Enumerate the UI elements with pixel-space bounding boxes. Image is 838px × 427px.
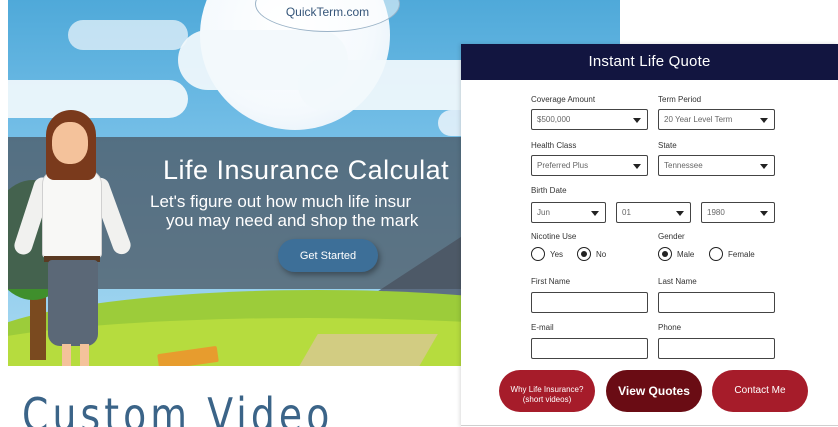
chevron-down-icon bbox=[633, 164, 641, 169]
leg bbox=[80, 344, 89, 366]
health-class-value: Preferred Plus bbox=[537, 161, 589, 170]
leg bbox=[62, 344, 71, 366]
chevron-down-icon bbox=[760, 211, 768, 216]
hero-title: Life Insurance Calculat bbox=[163, 155, 450, 185]
coverage-amount-label: Coverage Amount bbox=[531, 95, 596, 104]
coverage-amount-value: $500,000 bbox=[537, 115, 571, 124]
health-class-label: Health Class bbox=[531, 141, 577, 150]
email-label: E-mail bbox=[531, 323, 554, 332]
first-name-input[interactable] bbox=[531, 292, 648, 313]
hero-subtitle-line1: Let's figure out how much life insur bbox=[150, 192, 412, 211]
gender-label: Gender bbox=[658, 232, 685, 241]
gender-female-radio[interactable] bbox=[709, 247, 723, 261]
birth-date-label: Birth Date bbox=[531, 186, 567, 195]
birth-month-value: Jun bbox=[537, 208, 550, 217]
brand-name: QuickTerm.com bbox=[285, 5, 370, 19]
blouse bbox=[42, 170, 102, 258]
section-heading: Custom Video bbox=[22, 388, 334, 427]
birth-year-select[interactable]: 1980 bbox=[701, 202, 775, 223]
chevron-down-icon bbox=[591, 211, 599, 216]
birth-day-select[interactable]: 01 bbox=[616, 202, 691, 223]
health-class-select[interactable]: Preferred Plus bbox=[531, 155, 648, 176]
skirt bbox=[48, 260, 98, 346]
nicotine-no-label: No bbox=[596, 250, 607, 259]
view-quotes-button[interactable]: View Quotes bbox=[606, 370, 702, 412]
chevron-down-icon bbox=[633, 118, 641, 123]
state-select[interactable]: Tennessee bbox=[658, 155, 775, 176]
why-life-insurance-button[interactable]: Why Life Insurance? (short videos) bbox=[499, 370, 595, 412]
coverage-amount-select[interactable]: $500,000 bbox=[531, 109, 648, 130]
cloud bbox=[68, 20, 188, 50]
gender-male-radio[interactable] bbox=[658, 247, 672, 261]
gender-male-label: Male bbox=[677, 250, 695, 259]
get-started-button[interactable]: Get Started bbox=[278, 239, 378, 272]
term-period-select[interactable]: 20 Year Level Term bbox=[658, 109, 775, 130]
state-label: State bbox=[658, 141, 677, 150]
phone-input[interactable] bbox=[658, 338, 775, 359]
nicotine-use-label: Nicotine Use bbox=[531, 232, 577, 241]
road-illustration bbox=[298, 334, 438, 366]
term-period-label: Term Period bbox=[658, 95, 702, 104]
nicotine-no-radio[interactable] bbox=[577, 247, 591, 261]
chevron-down-icon bbox=[760, 118, 768, 123]
birth-day-value: 01 bbox=[622, 208, 631, 217]
face bbox=[52, 122, 88, 164]
birth-month-select[interactable]: Jun bbox=[531, 202, 606, 223]
why-button-line1: Why Life Insurance? bbox=[510, 384, 584, 394]
hero-subtitle-line2: you may need and shop the mark bbox=[166, 211, 419, 230]
divider bbox=[461, 425, 838, 426]
nicotine-yes-label: Yes bbox=[550, 250, 564, 259]
last-name-input[interactable] bbox=[658, 292, 775, 313]
gender-female-label: Female bbox=[728, 250, 755, 259]
contact-me-button[interactable]: Contact Me bbox=[712, 370, 808, 412]
nicotine-yes-radio[interactable] bbox=[531, 247, 545, 261]
chevron-down-icon bbox=[676, 211, 684, 216]
quote-form-title: Instant Life Quote bbox=[461, 44, 838, 80]
email-input[interactable] bbox=[531, 338, 648, 359]
why-button-line2: (short videos) bbox=[522, 394, 572, 404]
chevron-down-icon bbox=[760, 164, 768, 169]
first-name-label: First Name bbox=[531, 277, 571, 286]
quote-form: Instant Life Quote Coverage Amount $500,… bbox=[461, 44, 838, 427]
phone-label: Phone bbox=[658, 323, 682, 332]
birth-year-value: 1980 bbox=[707, 208, 725, 217]
woman-illustration bbox=[12, 110, 142, 366]
page: QuickTerm.com Life Insurance Calculat Le… bbox=[0, 0, 838, 427]
state-value: Tennessee bbox=[664, 161, 703, 170]
last-name-label: Last Name bbox=[658, 277, 697, 286]
term-period-value: 20 Year Level Term bbox=[664, 115, 733, 124]
